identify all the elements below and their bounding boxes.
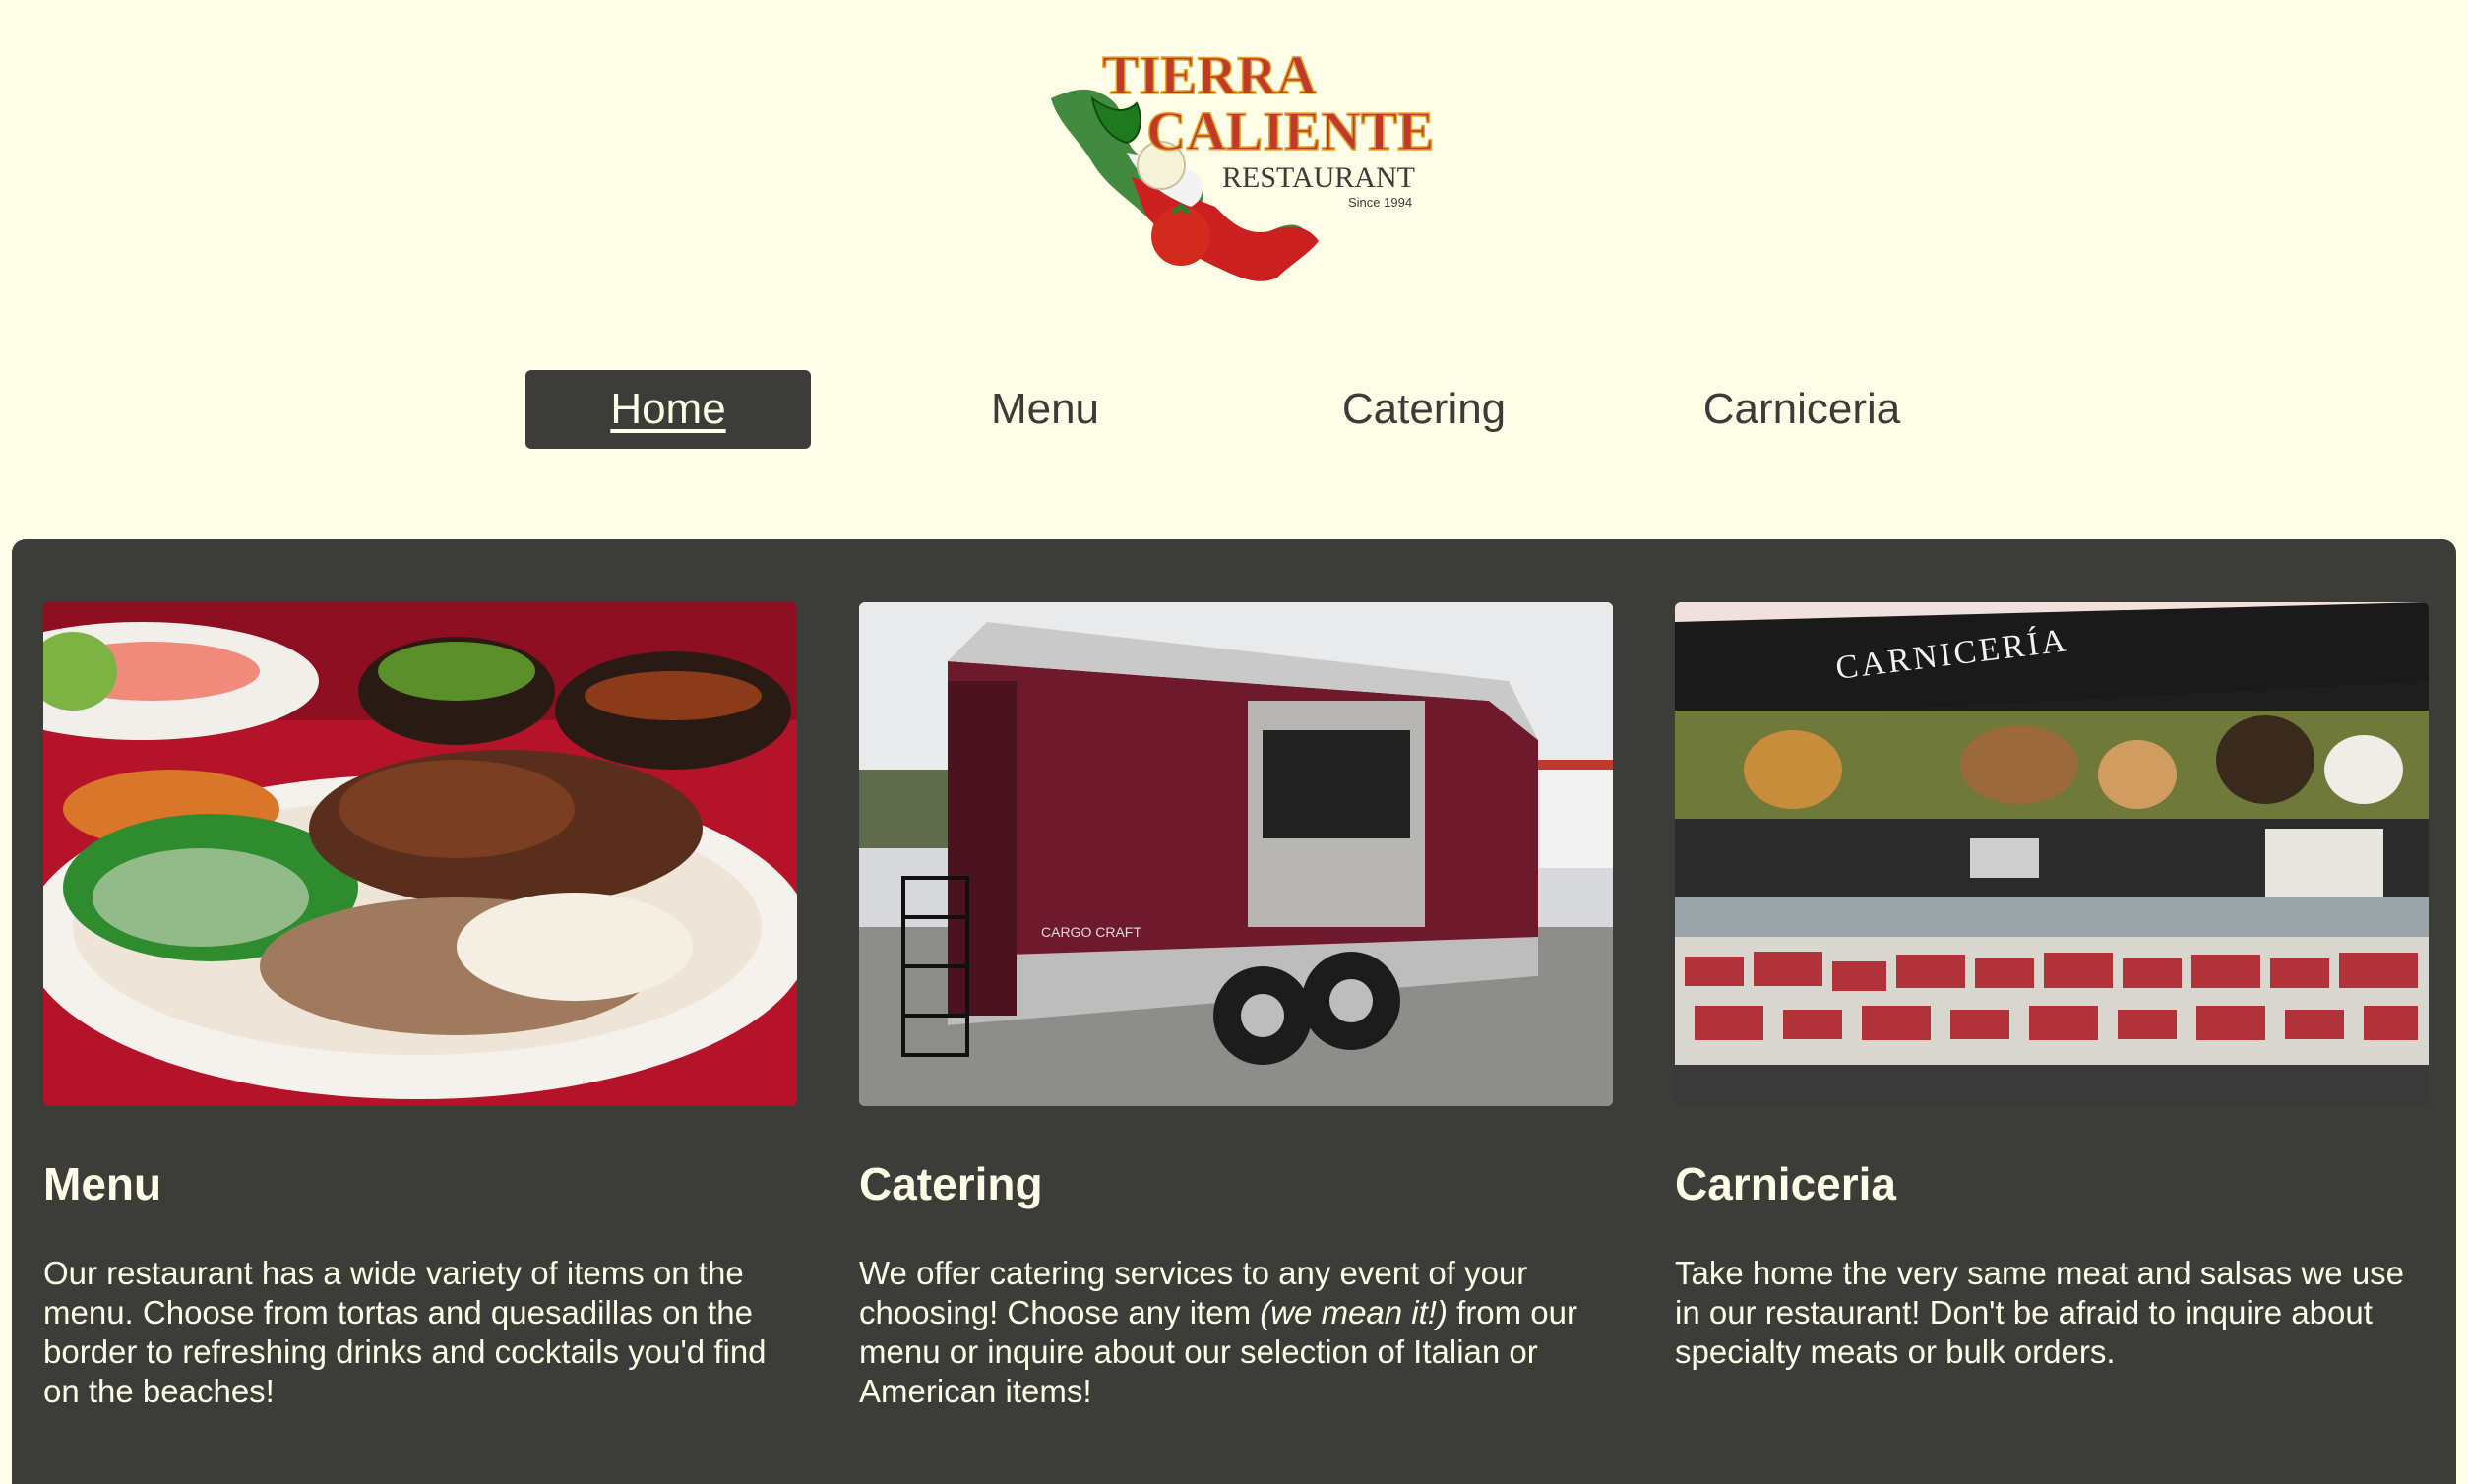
catering-card-title: Catering (859, 1158, 1043, 1209)
nav-carniceria[interactable]: Carniceria (1659, 370, 1944, 449)
nav-home[interactable]: Home (525, 370, 811, 449)
svg-text:CALIENTE: CALIENTE (1146, 101, 1435, 162)
nav-menu[interactable]: Menu (902, 370, 1188, 449)
carniceria-card-text: Take home the very same meat and salsas … (1675, 1255, 2405, 1370)
catering-card: CARGO CRAFT Catering We offer catering s… (859, 602, 1613, 1411)
svg-text:TIERRA: TIERRA (1102, 45, 1317, 106)
menu-food-image[interactable] (43, 602, 797, 1106)
menu-card: Menu Our restaurant has a wide variety o… (43, 602, 797, 1411)
feature-panel: Menu Our restaurant has a wide variety o… (12, 539, 2456, 1484)
svg-text:CARGO CRAFT: CARGO CRAFT (1041, 924, 1141, 940)
restaurant-logo[interactable]: TIERRA CALIENTE RESTAURANT Since 1994 (1033, 39, 1447, 295)
logo-graphic: TIERRA CALIENTE RESTAURANT Since 1994 (1051, 44, 1435, 281)
main-nav: Home Menu Catering Carniceria (0, 370, 2468, 449)
svg-text:RESTAURANT: RESTAURANT (1222, 161, 1415, 194)
carniceria-card: CARNICERÍA Carniceria Take home the very… (1675, 602, 2429, 1372)
svg-text:Since 1994: Since 1994 (1348, 195, 1412, 210)
carniceria-counter-image[interactable]: CARNICERÍA (1675, 602, 2429, 1106)
menu-card-title: Menu (43, 1158, 162, 1209)
catering-trailer-image[interactable]: CARGO CRAFT (859, 602, 1613, 1106)
carniceria-card-title: Carniceria (1675, 1158, 1897, 1209)
catering-card-text: We offer catering services to any event … (859, 1255, 1577, 1409)
nav-catering[interactable]: Catering (1281, 370, 1567, 449)
menu-card-text: Our restaurant has a wide variety of ite… (43, 1255, 767, 1409)
